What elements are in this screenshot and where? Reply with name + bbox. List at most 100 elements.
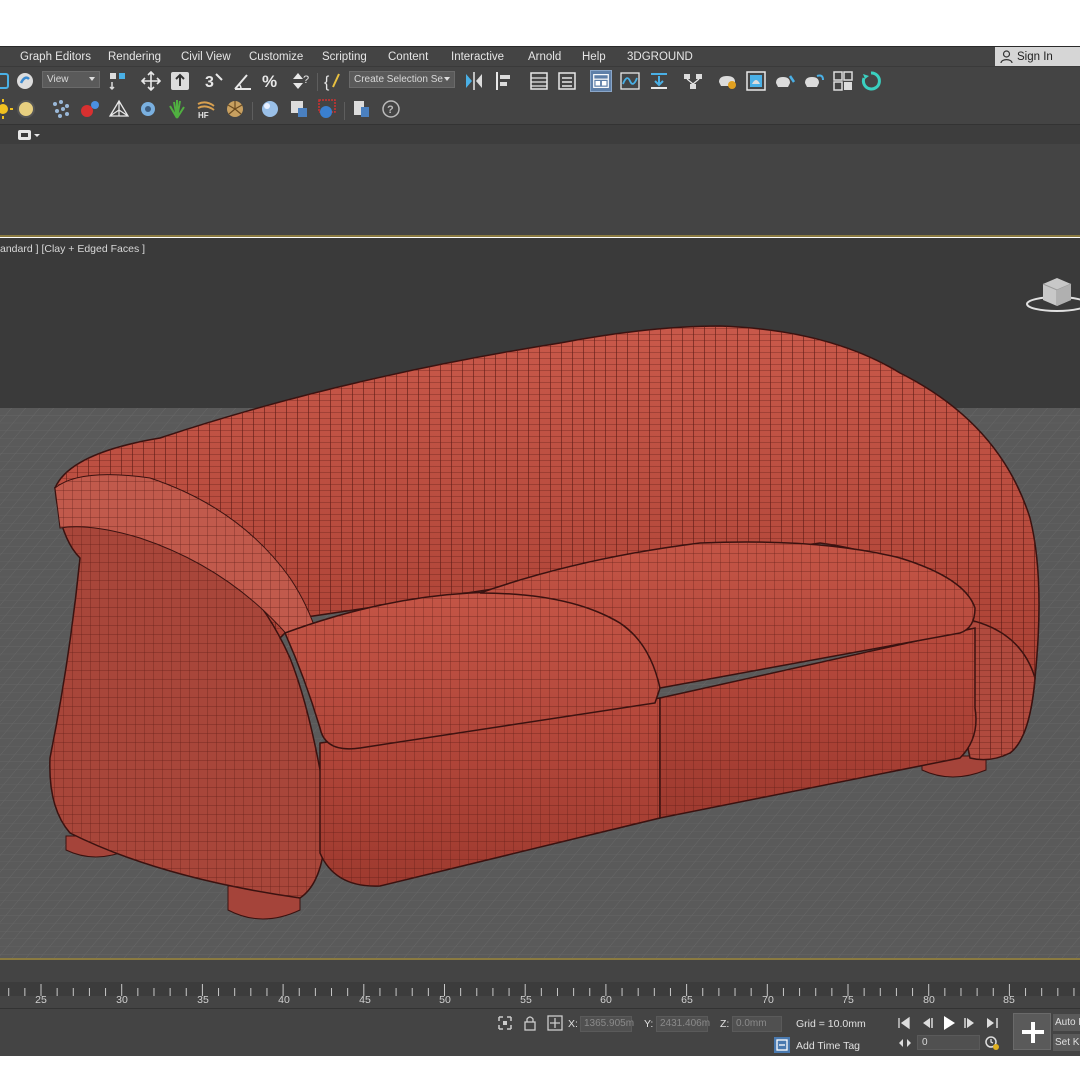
absolute-mode-icon[interactable] (547, 1015, 563, 1031)
svg-text:HF: HF (198, 111, 209, 120)
environment-icon[interactable] (316, 98, 338, 120)
render-setup-icon[interactable] (745, 70, 767, 92)
material-editor-icon[interactable] (716, 70, 738, 92)
grid-size-label: Grid = 10.0mm (796, 1018, 866, 1030)
schematic-view-icon[interactable] (682, 70, 704, 92)
molecule-icon[interactable] (79, 98, 101, 120)
render-production-icon[interactable] (803, 70, 825, 92)
sign-in-button[interactable]: Sign In (995, 47, 1080, 67)
toggle-ribbon-icon[interactable] (590, 70, 612, 92)
current-frame-value: 0 (922, 1037, 928, 1048)
menu-interactive[interactable]: Interactive (451, 49, 504, 65)
go-to-end-icon[interactable] (984, 1015, 1000, 1031)
toolbar-separator (344, 102, 345, 120)
dope-sheet-icon[interactable] (648, 70, 670, 92)
perspective-viewport[interactable]: andard ] [Clay + Edged Faces ] (0, 238, 1080, 958)
z-label: Z: (720, 1018, 730, 1030)
ribbon-minimize-icon[interactable] (17, 129, 41, 141)
menu-civil-view[interactable]: Civil View (181, 49, 231, 65)
material-sphere-icon[interactable] (259, 98, 281, 120)
sphere-light-icon[interactable] (15, 98, 37, 120)
layer-explorer-icon[interactable] (556, 70, 578, 92)
viewport-label[interactable]: andard ] [Clay + Edged Faces ] (0, 243, 145, 255)
time-tag-icon[interactable] (774, 1037, 790, 1053)
render-iterative-icon[interactable] (832, 70, 854, 92)
snaps-toggle-icon[interactable]: 3 (203, 70, 225, 92)
asset-tracking-icon[interactable] (351, 98, 373, 120)
go-to-start-icon[interactable] (896, 1015, 912, 1031)
menu-rendering[interactable]: Rendering (108, 49, 161, 65)
isolate-selection-icon[interactable] (497, 1015, 513, 1031)
secondary-toolbar: HF ? (0, 96, 1080, 124)
svg-text:?: ? (303, 74, 309, 86)
select-place-icon[interactable] (169, 70, 191, 92)
timeline-ruler[interactable] (0, 982, 1080, 996)
align-icon[interactable] (493, 70, 515, 92)
shell-icon[interactable] (224, 98, 246, 120)
percent-snap-icon[interactable]: % (261, 70, 283, 92)
help-icon[interactable]: ? (380, 98, 402, 120)
next-frame-icon[interactable] (962, 1015, 978, 1031)
edit-named-selections-icon[interactable]: { (322, 70, 344, 92)
key-mode-toggle-icon[interactable] (897, 1035, 913, 1051)
ribbon-divider (0, 235, 1080, 237)
pyramid-icon[interactable] (108, 98, 130, 120)
render-to-texture-icon[interactable] (288, 98, 310, 120)
timeline-tick-label: 35 (197, 994, 209, 1006)
menu-content[interactable]: Content (388, 49, 428, 65)
set-key-big-button[interactable] (1013, 1013, 1051, 1050)
timeline-tick-label: 65 (681, 994, 693, 1006)
rendered-frame-window-icon[interactable] (774, 70, 796, 92)
timeline-tick-label: 85 (1003, 994, 1015, 1006)
bottom-margin (0, 1056, 1080, 1080)
toolbar-separator (317, 73, 318, 91)
menu-graph-editors[interactable]: Graph Editors (20, 49, 91, 65)
play-icon[interactable] (940, 1013, 958, 1033)
user-icon (1000, 50, 1013, 64)
angle-snap-icon[interactable] (232, 70, 254, 92)
y-coordinate-field[interactable]: 2431.406m (656, 1016, 710, 1032)
top-margin (0, 0, 1080, 46)
reference-coord-dropdown[interactable]: View (42, 71, 100, 88)
timeline-tick-label: 70 (762, 994, 774, 1006)
mirror-icon[interactable] (463, 70, 485, 92)
menu-customize[interactable]: Customize (249, 49, 303, 65)
hair-fur-icon[interactable]: HF (195, 98, 217, 120)
gear-cluster-icon[interactable] (137, 98, 159, 120)
menu-arnold[interactable]: Arnold (528, 49, 561, 65)
ribbon-panel (0, 144, 1080, 236)
lock-icon[interactable] (522, 1015, 538, 1031)
current-frame-field[interactable]: 0 (917, 1035, 980, 1050)
timeline[interactable]: 25 30 35 40 45 50 55 60 65 70 75 80 85 (0, 960, 1080, 1008)
z-coordinate-field[interactable]: 0.0mm (732, 1016, 782, 1032)
select-filter-icon[interactable] (107, 70, 129, 92)
sun-light-icon[interactable] (0, 98, 14, 120)
scatter-icon[interactable] (50, 98, 72, 120)
menu-help[interactable]: Help (582, 49, 606, 65)
timeline-tick-label: 30 (116, 994, 128, 1006)
curve-editor-icon[interactable] (619, 70, 641, 92)
viewcube-icon[interactable] (1025, 268, 1080, 318)
y-label: Y: (644, 1018, 654, 1030)
time-config-icon[interactable] (984, 1035, 1000, 1051)
grass-icon[interactable] (166, 98, 188, 120)
main-toolbar: View 3 % ? { Create Selection Se (0, 66, 1080, 96)
timeline-tick-label: 55 (520, 994, 532, 1006)
bind-space-warp-icon[interactable] (14, 70, 36, 92)
scene-explorer-icon[interactable] (528, 70, 550, 92)
menu-scripting[interactable]: Scripting (322, 49, 367, 65)
add-time-tag-button[interactable]: Add Time Tag (796, 1040, 860, 1052)
set-key-button[interactable]: Set Key (1053, 1034, 1080, 1051)
menu-3dground[interactable]: 3DGROUND (627, 49, 693, 65)
auto-key-button[interactable]: Auto Key (1053, 1014, 1080, 1031)
named-selection-dropdown[interactable]: Create Selection Se (349, 71, 455, 88)
previous-frame-icon[interactable] (919, 1015, 935, 1031)
svg-text:%: % (262, 72, 277, 91)
arnold-render-icon[interactable] (860, 70, 882, 92)
select-move-icon[interactable] (140, 70, 162, 92)
timeline-tick-label: 60 (600, 994, 612, 1006)
x-coordinate-field[interactable]: 1365.905m (580, 1016, 634, 1032)
spinner-snap-icon[interactable]: ? (289, 70, 311, 92)
svg-text:{: { (324, 74, 330, 91)
timeline-tick-label: 80 (923, 994, 935, 1006)
